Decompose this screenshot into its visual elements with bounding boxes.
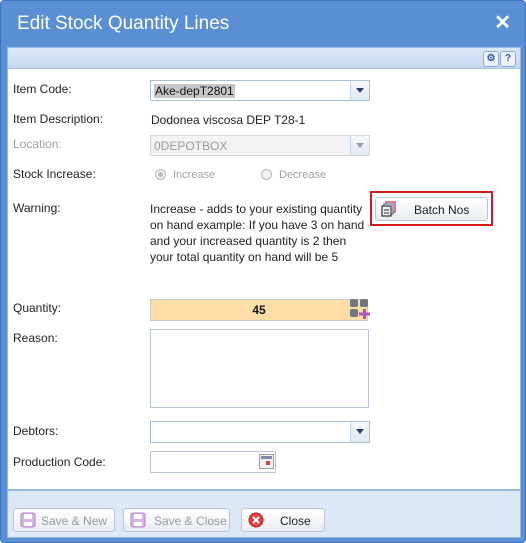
window-title: Edit Stock Quantity Lines <box>17 13 230 34</box>
save-icon <box>20 512 36 528</box>
title-bar[interactable]: Edit Stock Quantity Lines ✕ <box>1 1 525 47</box>
stock-increase-label: Stock Increase: <box>13 167 96 181</box>
warning-label: Warning: <box>13 201 61 215</box>
close-icon[interactable]: ✕ <box>494 11 511 35</box>
batch-nos-label: Batch Nos <box>414 203 470 217</box>
production-code-input[interactable] <box>150 451 276 473</box>
chevron-down-icon[interactable] <box>350 81 369 100</box>
item-code-value: Ake-depT2801 <box>154 84 235 98</box>
item-description-label: Item Description: <box>13 112 104 126</box>
batch-icon <box>381 201 396 217</box>
chevron-down-icon <box>350 136 369 155</box>
debtors-combo[interactable] <box>150 421 370 443</box>
save-new-button[interactable]: Save & New <box>13 508 115 532</box>
form-panel: ⚙ ? Item Code: Ake-depT2801 Item Descrip… <box>7 47 521 490</box>
panel-toolbar: ⚙ ? <box>8 48 520 69</box>
debtors-label: Debtors: <box>13 424 59 438</box>
decrease-radio <box>261 169 272 180</box>
item-description-value: Dodonea viscosa DEP T28-1 <box>151 113 306 127</box>
quantity-label: Quantity: <box>13 301 62 315</box>
reason-label: Reason: <box>13 331 58 345</box>
increase-radio <box>155 169 166 180</box>
quantity-input[interactable]: 45 <box>150 299 368 321</box>
save-icon <box>130 512 146 528</box>
batch-nos-button[interactable]: Batch Nos <box>375 197 488 221</box>
chevron-down-icon[interactable] <box>350 422 369 442</box>
calendar-icon[interactable] <box>259 454 274 469</box>
decrease-radio-label: Decrease <box>279 169 327 181</box>
increase-radio-label: Increase <box>173 169 216 181</box>
location-combo: 0DEPOTBOX <box>150 135 370 156</box>
footer-bar: Save & New Save & Close Close <box>7 490 521 538</box>
help-icon[interactable]: ? <box>500 51 516 67</box>
reason-textarea[interactable] <box>150 329 369 408</box>
save-close-button[interactable]: Save & Close <box>123 508 230 532</box>
add-grid-icon[interactable] <box>349 298 371 320</box>
production-code-label: Production Code: <box>13 455 106 469</box>
location-value: 0DEPOTBOX <box>154 139 228 153</box>
close-label: Close <box>280 514 311 528</box>
close-button[interactable]: Close <box>241 508 325 532</box>
gear-icon[interactable]: ⚙ <box>483 51 499 67</box>
item-code-combo[interactable]: Ake-depT2801 <box>150 80 370 101</box>
save-close-label: Save & Close <box>154 514 227 528</box>
location-label: Location: <box>13 137 62 151</box>
edit-stock-window: Edit Stock Quantity Lines ✕ ⚙ ? Item Cod… <box>0 0 526 543</box>
item-code-label: Item Code: <box>13 82 72 96</box>
cancel-icon <box>248 512 264 528</box>
save-new-label: Save & New <box>41 514 108 528</box>
warning-text: Increase - adds to your existing quantit… <box>150 202 365 264</box>
